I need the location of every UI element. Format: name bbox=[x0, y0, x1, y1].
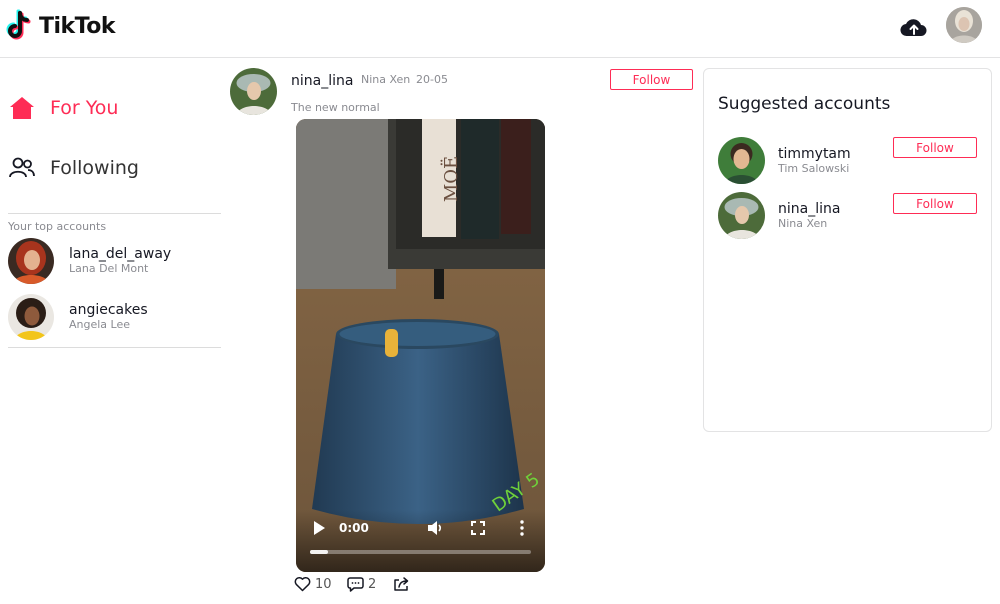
header-avatar[interactable] bbox=[946, 7, 982, 43]
nav-for-you-label: For You bbox=[50, 97, 119, 119]
suggested-title: Suggested accounts bbox=[718, 94, 891, 114]
suggested-account-timmytam[interactable]: timmytam Tim Salowski bbox=[718, 137, 851, 184]
heart-icon bbox=[294, 576, 311, 592]
sidebar-divider bbox=[8, 213, 221, 214]
suggested-accounts-panel: Suggested accounts timmytam Tim Salowski… bbox=[703, 68, 992, 432]
like-button[interactable]: 10 bbox=[294, 576, 332, 592]
account-name: Angela Lee bbox=[69, 318, 131, 331]
account-username: timmytam bbox=[778, 145, 851, 162]
video-controls bbox=[296, 510, 545, 572]
video-progress-bar[interactable] bbox=[310, 550, 531, 554]
comment-count: 2 bbox=[368, 576, 377, 592]
comment-button[interactable]: 2 bbox=[347, 576, 376, 592]
tiktok-logo[interactable]: TikTok bbox=[6, 9, 116, 43]
nav-following-label: Following bbox=[50, 157, 139, 179]
account-username: angiecakes bbox=[69, 302, 148, 318]
top-header: TikTok bbox=[0, 0, 1000, 58]
home-icon bbox=[10, 97, 34, 119]
account-name: Tim Salowski bbox=[778, 161, 850, 175]
post-author-name: Nina Xen bbox=[361, 73, 411, 86]
cloud-upload-icon[interactable] bbox=[900, 16, 928, 40]
video-time: 0:00 bbox=[339, 521, 369, 535]
nav-following[interactable]: Following bbox=[8, 154, 139, 182]
top-accounts-title: Your top accounts bbox=[8, 220, 107, 233]
post-author-avatar[interactable] bbox=[230, 68, 277, 115]
account-name: Nina Xen bbox=[778, 216, 828, 230]
share-icon bbox=[394, 577, 409, 591]
user-avatar-image bbox=[946, 7, 982, 43]
account-name: Lana Del Mont bbox=[69, 262, 149, 275]
post-caption: The new normal bbox=[291, 101, 380, 114]
avatar bbox=[8, 238, 54, 284]
share-button[interactable] bbox=[393, 576, 410, 592]
post-follow-button[interactable]: Follow bbox=[610, 69, 693, 90]
nav-for-you[interactable]: For You bbox=[8, 94, 118, 122]
avatar bbox=[8, 294, 54, 340]
logo-text: TikTok bbox=[39, 13, 116, 39]
volume-icon[interactable] bbox=[426, 519, 444, 537]
video-progress-fill bbox=[310, 550, 328, 554]
more-options-icon[interactable] bbox=[518, 519, 526, 537]
suggested-account-nina-lina[interactable]: nina_lina Nina Xen bbox=[718, 192, 840, 239]
post-username[interactable]: nina_lina bbox=[291, 73, 353, 89]
like-count: 10 bbox=[315, 576, 332, 592]
sidebar-account-lana[interactable]: lana_del_away Lana Del Mont bbox=[8, 237, 221, 285]
post-date: 20-05 bbox=[416, 73, 448, 86]
video-player[interactable]: MOË DAY 5 bbox=[296, 119, 545, 572]
svg-text:MOË: MOË bbox=[439, 156, 462, 202]
avatar bbox=[718, 192, 765, 239]
tiktok-logo-icon bbox=[6, 9, 31, 40]
follow-nina-lina-button[interactable]: Follow bbox=[893, 193, 977, 214]
sidebar-divider bbox=[8, 347, 221, 348]
avatar bbox=[718, 137, 765, 184]
follow-timmytam-button[interactable]: Follow bbox=[893, 137, 977, 158]
account-username: nina_lina bbox=[778, 200, 841, 217]
users-icon bbox=[9, 157, 35, 178]
comment-icon bbox=[347, 577, 364, 592]
fullscreen-icon[interactable] bbox=[471, 521, 485, 535]
account-username: lana_del_away bbox=[69, 246, 172, 262]
video-frame: MOË DAY 5 bbox=[296, 119, 545, 572]
play-icon[interactable] bbox=[312, 520, 326, 536]
sidebar-account-angie[interactable]: angiecakes Angela Lee bbox=[8, 293, 221, 341]
